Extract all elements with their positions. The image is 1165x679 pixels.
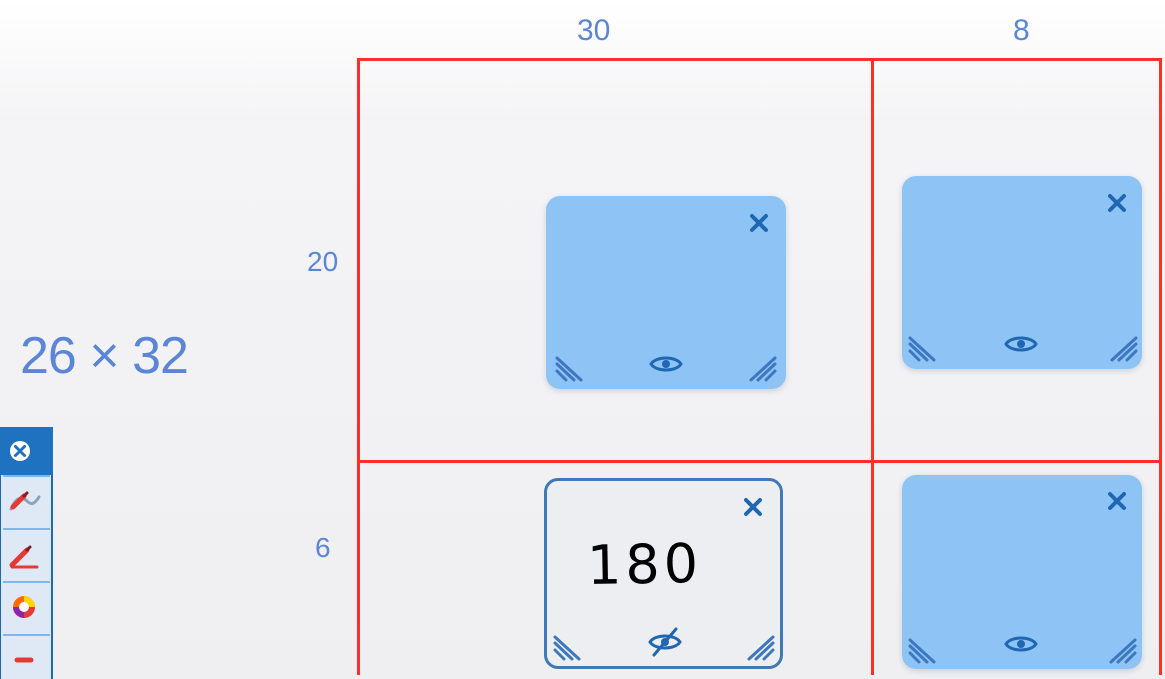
resize-left-icon[interactable] [553, 340, 595, 382]
grid-border-right [1159, 58, 1162, 675]
pen-curve-icon [9, 491, 41, 511]
row-label-2: 6 [315, 532, 331, 563]
resize-right-icon[interactable] [1097, 622, 1139, 664]
tile-top-left[interactable] [546, 196, 786, 389]
row-label-1: 20 [307, 246, 339, 277]
close-icon[interactable] [738, 492, 768, 522]
tool-color[interactable] [3, 581, 50, 635]
close-icon[interactable] [1102, 188, 1132, 218]
tile-note: 180 [586, 532, 703, 597]
summary-size: 26 × 32 [20, 327, 189, 385]
close-icon[interactable] [744, 208, 774, 238]
grid-border-top [357, 58, 1162, 61]
more-tools-icon [14, 657, 34, 663]
resize-left-icon[interactable] [906, 320, 948, 362]
tile-top-right[interactable] [902, 176, 1142, 369]
tool-pen[interactable] [3, 528, 50, 582]
resize-right-icon[interactable] [1098, 320, 1140, 362]
close-icon[interactable] [1102, 486, 1132, 516]
eye-icon[interactable] [1002, 329, 1040, 359]
eye-icon[interactable] [1002, 629, 1040, 659]
tile-bottom-right[interactable] [902, 475, 1142, 669]
resize-right-icon[interactable] [737, 340, 779, 382]
resize-left-icon[interactable] [551, 619, 593, 661]
grid-divider-horizontal [357, 460, 1162, 463]
resize-left-icon[interactable] [906, 622, 948, 664]
grid-border-left [357, 58, 360, 675]
tool-pen-curve[interactable] [3, 475, 50, 529]
resize-right-icon[interactable] [735, 619, 777, 661]
eye-icon[interactable] [647, 349, 685, 379]
close-icon[interactable] [5, 436, 35, 466]
tool-more[interactable] [3, 634, 50, 679]
column-label-2: 8 [1013, 14, 1030, 47]
drawing-toolbar [0, 427, 53, 679]
column-label-1: 30 [577, 14, 611, 47]
grid-divider-vertical [871, 58, 874, 675]
layout-grid: 180 [357, 58, 1162, 675]
pen-icon [9, 545, 39, 569]
color-wheel-icon [13, 596, 35, 618]
eye-slash-icon[interactable] [646, 625, 684, 659]
tile-bottom-left[interactable]: 180 [544, 478, 783, 669]
